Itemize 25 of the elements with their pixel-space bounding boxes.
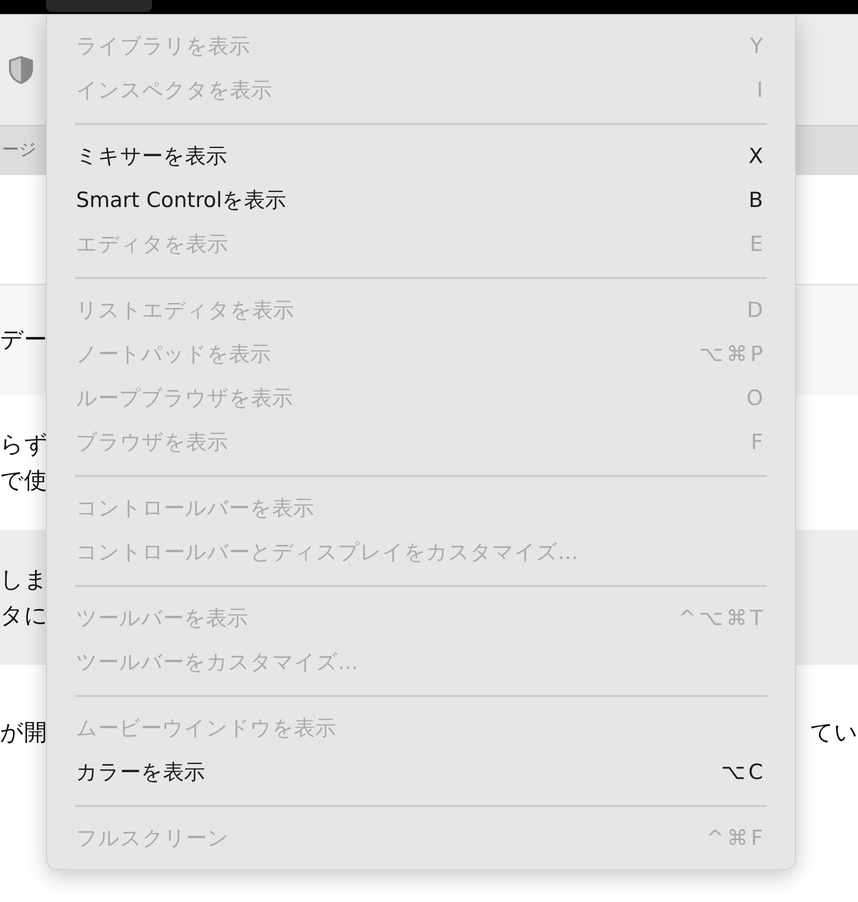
menu-item[interactable]: インスペクタを表示 I — [47, 69, 795, 113]
body-text: で使 — [0, 466, 47, 496]
menu-item[interactable]: ノートパッドを表示 ⌥⌘P — [47, 333, 795, 377]
menu-item[interactable]: コントロールバーとディスプレイをカスタマイズ... — [47, 531, 795, 575]
menu-item[interactable]: カラーを表示 ⌥C — [47, 751, 795, 795]
menu-item[interactable]: ブラウザを表示 F — [47, 421, 795, 465]
shield-icon[interactable] — [8, 55, 34, 85]
body-text: らず — [0, 430, 48, 460]
menu-item[interactable]: コントロールバーを表示 — [47, 487, 795, 531]
body-text: が開 — [0, 718, 47, 748]
menu-item[interactable]: Smart Controlを表示 B — [47, 179, 795, 223]
body-text: デー — [0, 326, 47, 355]
body-text: てい — [810, 718, 858, 748]
menu-item[interactable]: リストエディタを表示 D — [47, 289, 795, 333]
body-text: タに — [0, 602, 48, 630]
menu-item[interactable]: ツールバーをカスタマイズ... — [47, 641, 795, 685]
menu-item[interactable]: ライブラリを表示 Y — [47, 25, 795, 69]
menu-item[interactable]: エディタを表示 E — [47, 223, 795, 267]
menu-item[interactable]: フルスクリーン ^⌘F — [47, 817, 795, 861]
menu-item[interactable]: ムービーウインドウを表示 — [47, 707, 795, 751]
body-text: しま — [0, 566, 48, 594]
tab-label[interactable]: ージ — [2, 138, 36, 164]
menu-item[interactable]: ループブラウザを表示 O — [47, 377, 795, 421]
menu-item[interactable]: ツールバーを表示 ^⌥⌘T — [47, 597, 795, 641]
menu-item[interactable]: ミキサーを表示 X — [47, 135, 795, 179]
